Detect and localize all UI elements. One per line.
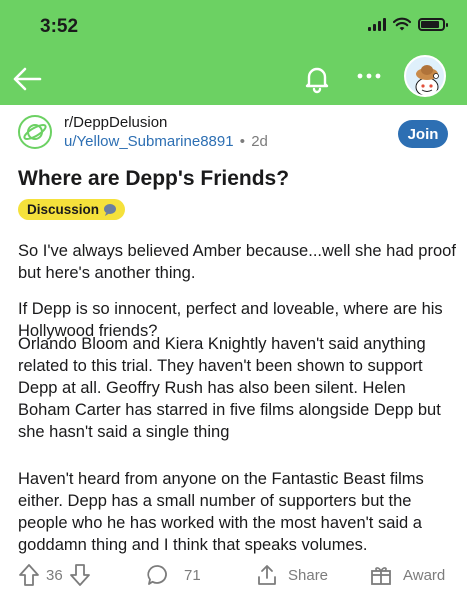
planet-icon (23, 124, 47, 140)
post-title: Where are Depp's Friends? (18, 167, 290, 190)
status-icons (368, 17, 448, 31)
post-body-paragraph: Haven't heard from anyone on the Fantast… (18, 470, 424, 554)
comment-count: 71 (184, 566, 201, 584)
more-options-icon[interactable] (356, 66, 382, 86)
join-button[interactable]: Join (398, 120, 448, 148)
share-icon (258, 565, 276, 585)
upvote-icon[interactable] (18, 563, 40, 587)
meta-separator: • (239, 133, 246, 150)
award-label: Award (403, 566, 446, 584)
post-age: 2d (251, 133, 268, 150)
wifi-icon (393, 17, 411, 31)
post-body-paragraph: Orlando Bloom and Kiera Knightly haven't… (18, 335, 441, 441)
subreddit-name[interactable]: r/DeppDelusion (64, 114, 167, 131)
status-time: 3:52 (40, 16, 79, 37)
snoo-avatar-icon (415, 65, 439, 95)
downvote-icon[interactable] (69, 563, 91, 587)
battery-level (421, 20, 439, 28)
comment-icon (147, 565, 167, 585)
author-username[interactable]: u/Yellow_Submarine8891 (64, 133, 234, 150)
award-button[interactable]: Award (369, 563, 445, 587)
cellular-signal-icon (368, 17, 386, 31)
back-arrow-icon[interactable] (10, 62, 44, 96)
comments-button[interactable]: 71 (146, 563, 201, 587)
post-header: r/DeppDelusion u/Yellow_Submarine8891 • … (18, 112, 448, 152)
vote-count: 36 (46, 566, 63, 584)
share-button[interactable]: Share (256, 563, 328, 587)
speech-bubble-icon (104, 203, 117, 216)
battery-icon (418, 17, 448, 31)
post-action-bar: 36 71 Share Award (0, 560, 467, 592)
bell-icon[interactable] (301, 62, 333, 94)
gift-award-icon (371, 567, 391, 585)
post-meta: u/Yellow_Submarine8891 • 2d (64, 133, 268, 150)
top-app-bar: 3:52 (0, 0, 467, 105)
share-label: Share (288, 566, 329, 584)
subreddit-icon[interactable] (18, 115, 52, 149)
post-flair[interactable]: Discussion (18, 199, 126, 220)
flair-label: Discussion (27, 202, 100, 217)
post-body-paragraph: So I've always believed Amber because...… (18, 242, 456, 282)
vote-group: 36 (18, 563, 91, 587)
user-avatar[interactable] (404, 55, 446, 97)
